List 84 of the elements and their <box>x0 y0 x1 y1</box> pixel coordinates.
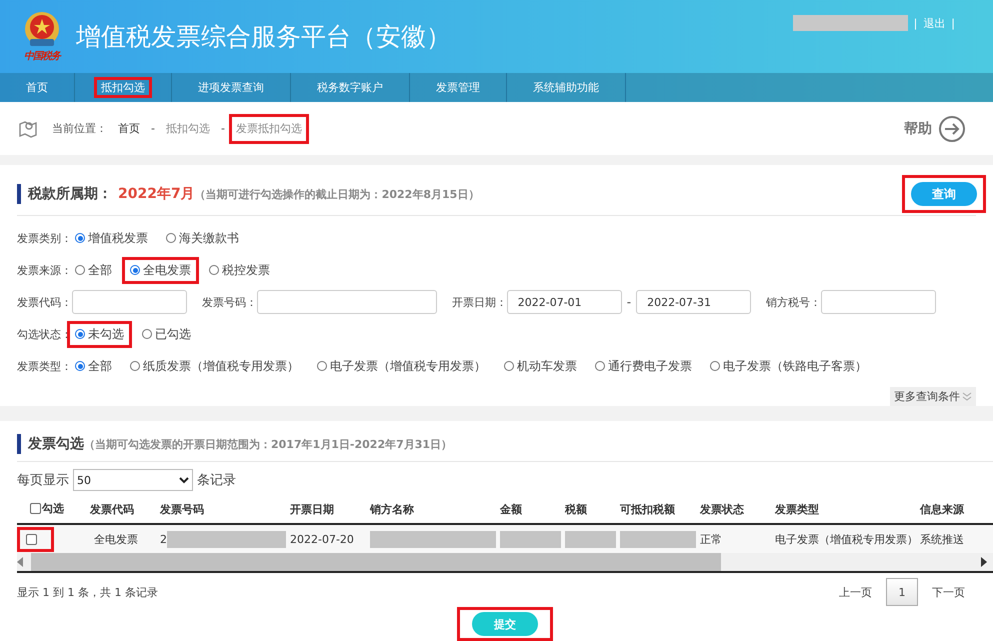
period-text: 2022年7月 <box>118 185 195 203</box>
scroll-left-icon[interactable] <box>17 557 23 567</box>
input-field[interactable] <box>256 290 437 314</box>
field-label: 销方税号： <box>766 294 821 310</box>
checkbox[interactable] <box>30 503 41 514</box>
column-header: 发票号码 <box>160 502 204 516</box>
nav-tab[interactable]: 税务数字账户 <box>317 80 383 96</box>
table-cell: 电子发票（增值税专用发票） <box>775 532 918 546</box>
field-label: 发票号码： <box>202 294 257 310</box>
next-page-link[interactable]: 下一页 <box>932 584 965 600</box>
deadline-note: （当期可进行勾选操作的截止日期为：2022年8月15日） <box>194 186 480 202</box>
prev-page-link[interactable]: 上一页 <box>839 584 872 600</box>
nav-tab[interactable]: 首页 <box>26 80 48 96</box>
section-title: 税款所属期： <box>28 185 112 203</box>
input-field[interactable] <box>820 290 936 314</box>
redaction-bar <box>500 530 561 548</box>
radio-button[interactable]: 纸质发票（增值税专用发票） <box>130 358 299 374</box>
radio-button[interactable]: 税控发票 <box>209 262 270 278</box>
column-header: 开票日期 <box>290 502 334 516</box>
radio-button[interactable]: 电子发票（铁路电子客票） <box>710 358 867 374</box>
field-label: 发票来源： <box>17 262 73 278</box>
column-header: 税额 <box>565 502 587 516</box>
section-title: 发票勾选 <box>28 435 84 453</box>
breadcrumb-separator: - <box>151 122 155 136</box>
arrow-right-icon <box>938 114 966 143</box>
record-summary: 显示 1 到 1 条，共 1 条记录 <box>17 584 158 600</box>
section-marker <box>17 434 21 454</box>
app-title: 增值税发票综合服务平台（安徽） <box>76 20 451 53</box>
table-cell: 正常 <box>700 532 722 546</box>
separator-text: | <box>951 16 955 30</box>
field-label: 发票类别： <box>17 230 73 246</box>
scroll-right-icon[interactable] <box>981 557 987 567</box>
page-size-suffix: 条记录 <box>197 472 236 489</box>
field-label: 发票代码： <box>17 294 72 310</box>
chevron-down-icon <box>179 476 189 484</box>
breadcrumb-separator: - <box>220 122 225 136</box>
table-cell: 全电发票 <box>94 532 138 546</box>
column-header: 可抵扣税额 <box>620 502 675 516</box>
radio-button[interactable]: 全部 <box>75 358 112 374</box>
column-header: 勾选 <box>42 501 64 516</box>
breadcrumb-label: 当前位置： <box>52 121 107 136</box>
checkbox[interactable] <box>26 534 37 544</box>
radio-button[interactable]: 电子发票（增值税专用发票） <box>317 358 486 374</box>
field-label: 勾选状态： <box>17 326 73 342</box>
radio-button[interactable]: 机动车发票 <box>504 358 577 374</box>
breadcrumb-link[interactable]: 首页 <box>118 121 140 136</box>
breadcrumb-link[interactable]: 发票抵扣勾选 <box>236 121 302 136</box>
table-cell: 2022-07-20 <box>290 532 354 546</box>
input-field[interactable] <box>72 290 187 314</box>
column-header: 发票类型 <box>775 502 819 516</box>
page-size-select[interactable]: 50 <box>73 469 193 491</box>
radio-button[interactable]: 全电发票 <box>130 262 191 278</box>
radio-button[interactable]: 增值税发票 <box>75 230 148 246</box>
column-header: 金额 <box>500 502 522 516</box>
radio-button[interactable]: 海关缴款书 <box>166 230 239 246</box>
date-field[interactable]: 2022-07-01 <box>506 290 622 314</box>
more-filters-link[interactable]: 更多查询条件 <box>890 387 976 406</box>
field-label: 发票类型： <box>17 358 73 374</box>
separator-text: | <box>914 16 918 30</box>
help-link[interactable]: 帮助 <box>904 114 966 143</box>
nav-tab[interactable]: 进项发票查询 <box>198 80 264 96</box>
table-cell: 2 <box>160 532 167 546</box>
date-range-note: （当期可勾选发票的开票日期范围为：2017年1月1日-2022年7月31日） <box>84 436 452 452</box>
radio-button[interactable]: 已勾选 <box>142 326 191 342</box>
date-field[interactable]: 2022-07-31 <box>636 290 752 314</box>
chevron-down-icon <box>962 392 972 401</box>
column-header: 发票代码 <box>90 502 134 516</box>
radio-button[interactable]: 未勾选 <box>75 326 124 342</box>
logo-text: 中国税务 <box>24 50 60 64</box>
redaction-bar <box>565 530 616 548</box>
column-header: 发票状态 <box>700 502 744 516</box>
range-separator: - <box>626 295 632 309</box>
scrollbar-thumb[interactable] <box>31 553 721 571</box>
radio-button[interactable]: 全部 <box>75 262 112 278</box>
table-cell: 系统推送 <box>920 532 964 546</box>
page-button[interactable]: 1 <box>886 578 918 606</box>
nav-tab[interactable]: 抵扣勾选 <box>101 80 145 96</box>
section-marker <box>17 184 21 204</box>
column-header: 信息来源 <box>920 502 964 516</box>
field-label: 开票日期： <box>452 294 507 310</box>
breadcrumb-link[interactable]: 抵扣勾选 <box>166 121 210 136</box>
column-header: 销方名称 <box>370 502 414 516</box>
radio-button[interactable]: 通行费电子发票 <box>595 358 692 374</box>
page-size-label: 每页显示 <box>17 472 69 489</box>
